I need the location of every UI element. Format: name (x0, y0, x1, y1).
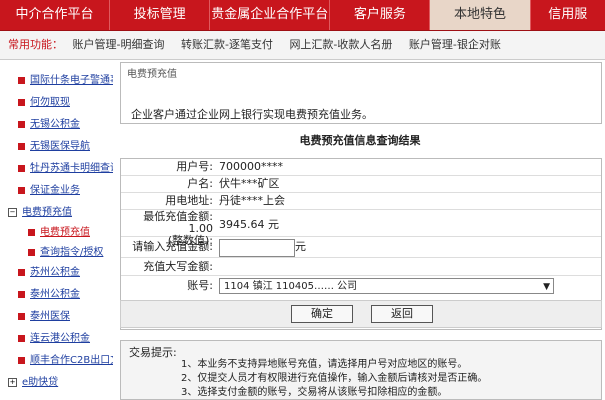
bullet-icon (18, 142, 25, 150)
page-title: 电费预充值信息查询结果 (299, 134, 421, 147)
confirm-button[interactable]: 确定 (291, 305, 353, 323)
tip-line: 1、本业务不支持异地账号充值，请选择用户号对应地区的账号。 (181, 359, 468, 370)
user-no-value: 700000**** (219, 160, 283, 173)
quick-link-reconciliation[interactable]: 账户管理-银企对账 (409, 38, 501, 51)
row-amount-uppercase: 充值大写金额: (121, 258, 601, 276)
tab-credit[interactable]: 信用服 (531, 0, 605, 30)
tab-intermediary[interactable]: 中介合作平台 (0, 0, 111, 30)
bullet-icon (18, 186, 25, 194)
account-label: 账号: (187, 279, 213, 292)
button-bar: 确定 返回 (120, 300, 602, 328)
amount-unit: 元 (295, 240, 306, 253)
account-select[interactable]: 1104 镇江 110405…… 公司 ▼ (219, 278, 554, 294)
sidebar-item[interactable]: 无锡医保导航 (18, 138, 90, 156)
main-content: 电费预充值 企业客户通过企业网上银行实现电费预充值业务。 电费预充值信息查询结果… (120, 62, 602, 400)
service-description: 企业客户通过企业网上银行实现电费预充值业务。 (131, 108, 373, 121)
amount-input-label: 请输入充值金额: (132, 240, 213, 253)
row-account: 账号: 1104 镇江 110405…… 公司 ▼ (121, 276, 601, 296)
sidebar-item-electricity-precharge[interactable]: − 电费预充值 (8, 204, 72, 222)
chevron-down-icon: ▼ (543, 282, 550, 292)
row-min-amount: 最低充值金额: 1.00 (整数值): 3945.64 元 (121, 210, 601, 247)
sidebar-item[interactable]: 无锡公积金 (18, 116, 80, 134)
sidebar-subitem-query-auth[interactable]: 查询指令/授权 (28, 244, 103, 262)
name-label: 户名: (187, 177, 213, 190)
bullet-icon (28, 248, 35, 256)
transaction-tips: 交易提示: 1、本业务不支持异地账号充值，请选择用户号对应地区的账号。 2、仅提… (120, 340, 602, 400)
amount-uppercase-label: 充值大写金额: (143, 260, 213, 273)
bullet-icon (18, 334, 25, 342)
sidebar-item[interactable]: 国际什条电子警通事件 (18, 72, 113, 90)
bullet-icon (28, 228, 35, 236)
tab-customer-service[interactable]: 客户服务 (330, 0, 431, 30)
sidebar-subitem-precharge[interactable]: 电费预充值 (28, 224, 90, 242)
bullet-icon (18, 268, 25, 276)
tab-local-features[interactable]: 本地特色 (430, 0, 531, 30)
bullet-icon (18, 356, 25, 364)
bullet-icon (18, 312, 25, 320)
bullet-icon (18, 98, 25, 106)
sidebar-item[interactable]: 泰州公积金 (18, 286, 80, 304)
sidebar-item[interactable]: 何勿取现 (18, 94, 70, 112)
sidebar-item[interactable]: 连云港公积金 (18, 330, 90, 348)
quick-functions-label: 常用功能： (8, 38, 63, 51)
row-amount-input: 请输入充值金额: 元 (121, 237, 601, 258)
collapse-icon[interactable]: − (8, 207, 17, 217)
sidebar-item[interactable]: 苏州公积金 (18, 264, 80, 282)
tab-precious-metals[interactable]: 贵金属企业合作平台 (210, 0, 331, 30)
bullet-icon (18, 120, 25, 128)
tab-bidding[interactable]: 投标管理 (110, 0, 211, 30)
sidebar-item[interactable]: 保证金业务 (18, 182, 80, 200)
sidebar-item[interactable]: 泰州医保 (18, 308, 70, 326)
name-value: 伏牛***矿区 (219, 177, 280, 190)
sidebar-item-expandable[interactable]: + e助快贷 (8, 374, 58, 392)
address-value: 丹徒****上会 (219, 194, 285, 207)
tip-line: 2、仅提交人员才有权限进行充值操作，输入金额后请核对是否正确。 (181, 373, 488, 384)
quick-functions-bar: 常用功能： 账户管理-明细查询 转账汇款-逐笔支付 网上汇款-收款人名册 账户管… (0, 31, 605, 60)
address-label: 用电地址: (165, 194, 213, 207)
sidebar-item[interactable]: 牡丹苏通卡明细查询 (18, 160, 113, 178)
min-amount-value: 3945.64 元 (219, 218, 279, 231)
tips-heading: 交易提示: (129, 346, 177, 359)
tip-line: 3、选择支付金额的账号，交易将从该账号扣除相应的金额。 (181, 387, 448, 398)
user-no-label: 用户号: (176, 160, 213, 173)
amount-input[interactable] (219, 239, 295, 257)
sidebar-item[interactable]: 顺丰合作C2B出口文单 (18, 352, 113, 370)
quick-link-detail-query[interactable]: 账户管理-明细查询 (73, 38, 165, 51)
row-name: 户名: 伏牛***矿区 (121, 176, 601, 193)
sidebar: 国际什条电子警通事件 何勿取现 无锡公积金 无锡医保导航 牡丹苏通卡明细查询 保… (0, 62, 113, 398)
quick-link-transfer[interactable]: 转账汇款-逐笔支付 (181, 38, 273, 51)
row-address: 用电地址: 丹徒****上会 (121, 193, 601, 210)
bullet-icon (18, 164, 25, 172)
bullet-icon (18, 290, 25, 298)
quick-link-payee-list[interactable]: 网上汇款-收款人名册 (289, 38, 392, 51)
back-button[interactable]: 返回 (371, 305, 433, 323)
top-nav: 中介合作平台 投标管理 贵金属企业合作平台 客户服务 本地特色 信用服 (0, 0, 605, 31)
bullet-icon (18, 76, 25, 84)
notice-box: 电费预充值 企业客户通过企业网上银行实现电费预充值业务。 (120, 62, 602, 124)
expand-icon[interactable]: + (8, 377, 17, 387)
row-user-no: 用户号: 700000**** (121, 159, 601, 176)
breadcrumb: 电费预充值 (127, 69, 177, 80)
